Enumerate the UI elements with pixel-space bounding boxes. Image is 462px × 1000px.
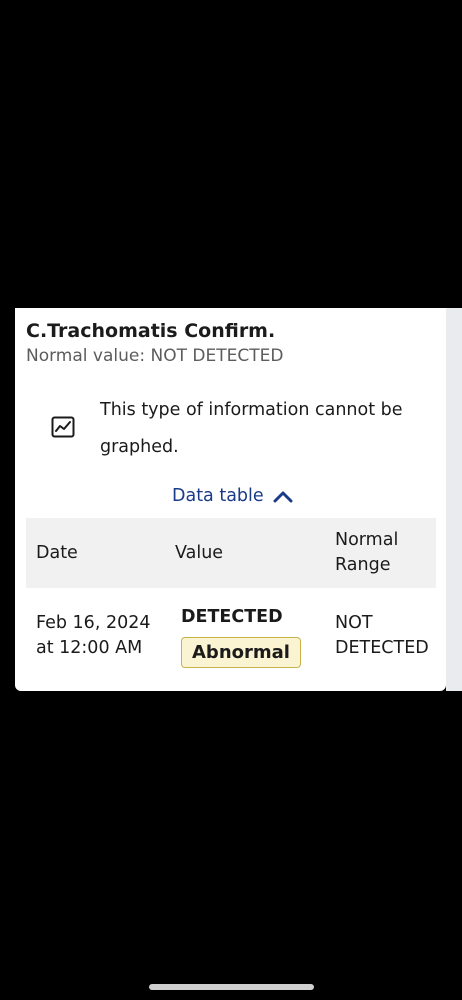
chevron-up-icon — [273, 491, 293, 503]
header-normal-range-line1: Normal — [335, 530, 399, 550]
header-date: Date — [36, 543, 78, 563]
background-strip — [446, 308, 462, 691]
lab-result-card: C.Trachomatis Confirm. Normal value: NOT… — [15, 308, 446, 691]
chart-trend-icon — [51, 416, 75, 438]
header-value: Value — [175, 543, 224, 563]
table-header: Date Value Normal Range — [26, 518, 436, 588]
test-title: C.Trachomatis Confirm. — [26, 320, 276, 342]
row-normal-range-line2: DETECTED — [335, 638, 429, 658]
graph-unavailable-text: This type of information cannot be graph… — [100, 400, 403, 457]
row-normal-range-line1: NOT — [335, 613, 373, 633]
data-table-toggle-label: Data table — [172, 486, 264, 506]
normal-value-text: Normal value: NOT DETECTED — [26, 346, 284, 366]
row-date: Feb 16, 2024 at 12:00 AM — [36, 611, 166, 661]
row-date-line1: Feb 16, 2024 — [36, 613, 151, 633]
home-indicator[interactable] — [149, 984, 314, 990]
row-normal-range: NOT DETECTED — [335, 611, 435, 661]
abnormal-badge: Abnormal — [181, 637, 301, 668]
screen: C.Trachomatis Confirm. Normal value: NOT… — [0, 0, 462, 1000]
data-table-toggle[interactable]: Data table — [172, 486, 293, 506]
row-value: DETECTED — [181, 607, 283, 627]
header-normal-range: Normal Range — [335, 528, 425, 578]
header-normal-range-line2: Range — [335, 555, 391, 575]
table-row: Feb 16, 2024 at 12:00 AM DETECTED Abnorm… — [26, 588, 436, 684]
row-date-line2: at 12:00 AM — [36, 638, 143, 658]
